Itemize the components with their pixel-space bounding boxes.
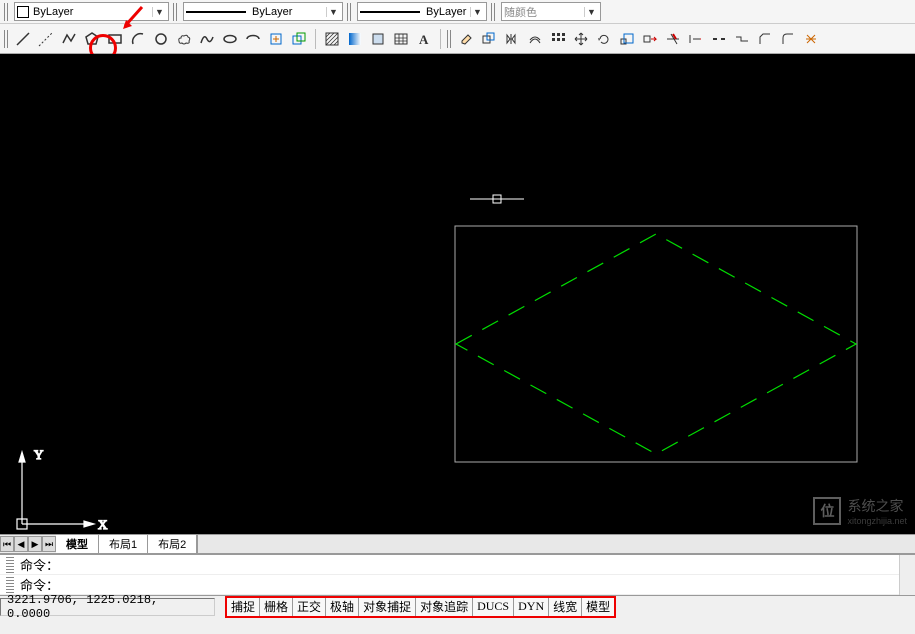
snap-toggle-ducs[interactable]: DUCS — [473, 598, 514, 616]
chevron-down-icon: ▼ — [470, 7, 484, 17]
lineweight-label: ByLayer — [426, 6, 468, 18]
mirror-tool[interactable] — [502, 29, 522, 49]
command-prompt: 命令： — [20, 555, 59, 574]
hatch-tool[interactable] — [322, 29, 342, 49]
spline-tool[interactable] — [197, 29, 217, 49]
chevron-down-icon: ▼ — [326, 7, 340, 17]
break-tool[interactable] — [709, 29, 729, 49]
insert-block-tool[interactable] — [266, 29, 286, 49]
command-area: 命令： 命令： — [0, 554, 915, 595]
offset-tool[interactable] — [525, 29, 545, 49]
erase-tool[interactable] — [456, 29, 476, 49]
grip-handle[interactable] — [6, 577, 14, 593]
scale-tool[interactable] — [617, 29, 637, 49]
tab-prev-button[interactable]: ◀ — [14, 536, 28, 552]
linetype-dropdown[interactable]: ByLayer ▼ — [183, 2, 343, 21]
grip-handle[interactable] — [4, 30, 10, 48]
snap-toggle-grid[interactable]: 栅格 — [260, 598, 293, 616]
snap-toggle-lwt[interactable]: 线宽 — [549, 598, 582, 616]
command-prompt: 命令： — [20, 575, 59, 594]
fillet-tool[interactable] — [778, 29, 798, 49]
construction-line-tool[interactable] — [36, 29, 56, 49]
tab-last-button[interactable]: ⏭ — [42, 536, 56, 552]
gradient-tool[interactable] — [345, 29, 365, 49]
coordinate-display[interactable]: 3221.9706, 1225.0218, 0.0000 — [0, 598, 215, 616]
array-tool[interactable] — [548, 29, 568, 49]
line-tool[interactable] — [13, 29, 33, 49]
watermark-text: 系统之家 — [847, 496, 907, 516]
extend-tool[interactable] — [686, 29, 706, 49]
snap-toggle-ortho[interactable]: 正交 — [293, 598, 326, 616]
make-block-tool[interactable] — [289, 29, 309, 49]
snap-toggle-osnap[interactable]: 对象捕捉 — [359, 598, 416, 616]
lineweight-dropdown[interactable]: ByLayer ▼ — [357, 2, 487, 21]
tab-spacer — [197, 535, 915, 553]
circle-tool[interactable] — [151, 29, 171, 49]
color-dropdown[interactable]: 随颜色 ▼ — [501, 2, 601, 21]
grip-handle[interactable] — [347, 3, 353, 21]
tab-layout1[interactable]: 布局1 — [99, 535, 148, 553]
svg-text:Y: Y — [34, 447, 44, 462]
tab-model[interactable]: 模型 — [56, 535, 99, 553]
snap-toggle-model[interactable]: 模型 — [582, 598, 614, 616]
status-bar: 3221.9706, 1225.0218, 0.0000 捕捉 栅格 正交 极轴… — [0, 595, 915, 617]
command-history-line: 命令： — [0, 555, 899, 575]
watermark: 位 系统之家 xitongzhijia.net — [813, 496, 907, 526]
lineweight-preview — [360, 11, 420, 13]
chevron-down-icon: ▼ — [152, 7, 166, 17]
layout-tabs: ⏮ ◀ ▶ ⏭ 模型 布局1 布局2 — [0, 534, 915, 554]
chamfer-tool[interactable] — [755, 29, 775, 49]
separator — [440, 29, 441, 49]
layer-swatch — [17, 6, 29, 18]
table-tool[interactable] — [391, 29, 411, 49]
svg-text:X: X — [98, 517, 108, 532]
grip-handle[interactable] — [491, 3, 497, 21]
join-tool[interactable] — [732, 29, 752, 49]
grip-handle[interactable] — [447, 30, 453, 48]
snap-toggle-group: 捕捉 栅格 正交 极轴 对象捕捉 对象追踪 DUCS DYN 线宽 模型 — [225, 596, 616, 618]
text-tool[interactable]: A — [414, 29, 434, 49]
revision-cloud-tool[interactable] — [174, 29, 194, 49]
rectangle-tool[interactable] — [105, 29, 125, 49]
ellipse-arc-tool[interactable] — [243, 29, 263, 49]
snap-toggle-otrack[interactable]: 对象追踪 — [416, 598, 473, 616]
separator — [315, 29, 316, 49]
polyline-tool[interactable] — [59, 29, 79, 49]
region-tool[interactable] — [368, 29, 388, 49]
watermark-url: xitongzhijia.net — [847, 516, 907, 526]
layer-label: ByLayer — [33, 6, 150, 18]
arc-tool[interactable] — [128, 29, 148, 49]
scrollbar[interactable] — [899, 555, 915, 595]
draw-toolbar: A — [0, 24, 915, 54]
polygon-tool[interactable] — [82, 29, 102, 49]
linetype-label: ByLayer — [252, 6, 324, 18]
layer-dropdown[interactable]: ByLayer ▼ — [14, 2, 169, 21]
grip-handle[interactable] — [173, 3, 179, 21]
tab-first-button[interactable]: ⏮ — [0, 536, 14, 552]
copy-tool[interactable] — [479, 29, 499, 49]
tab-next-button[interactable]: ▶ — [28, 536, 42, 552]
watermark-logo-icon: 位 — [813, 497, 841, 525]
grip-handle[interactable] — [6, 557, 14, 573]
rotate-tool[interactable] — [594, 29, 614, 49]
ellipse-tool[interactable] — [220, 29, 240, 49]
svg-text:A: A — [419, 32, 429, 47]
move-tool[interactable] — [571, 29, 591, 49]
stretch-tool[interactable] — [640, 29, 660, 49]
explode-tool[interactable] — [801, 29, 821, 49]
trim-tool[interactable] — [663, 29, 683, 49]
snap-toggle-dyn[interactable]: DYN — [514, 598, 549, 616]
color-label: 随颜色 — [504, 4, 582, 20]
linetype-preview — [186, 11, 246, 13]
chevron-down-icon: ▼ — [584, 7, 598, 17]
grip-handle[interactable] — [4, 3, 10, 21]
property-bar: ByLayer ▼ ByLayer ▼ ByLayer ▼ 随颜色 ▼ — [0, 0, 915, 24]
snap-toggle-snap[interactable]: 捕捉 — [227, 598, 260, 616]
tab-layout2[interactable]: 布局2 — [148, 535, 197, 553]
drawing-canvas[interactable]: Y X 位 系统之家 xitongzhijia.net — [0, 54, 915, 534]
snap-toggle-polar[interactable]: 极轴 — [326, 598, 359, 616]
